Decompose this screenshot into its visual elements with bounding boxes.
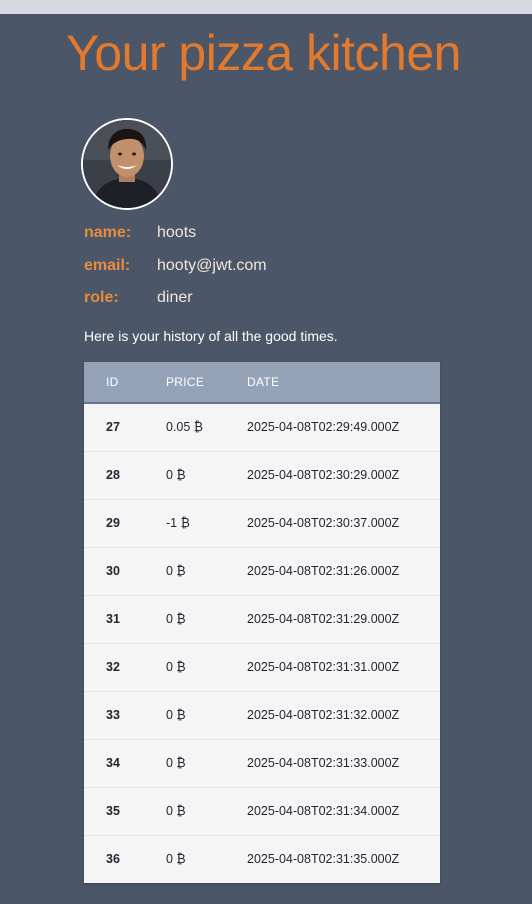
history-intro: Here is your history of all the good tim… (84, 328, 338, 344)
order-history-table: ID PRICE DATE 27 0.05 ₿ 2025-04-08T02:29… (84, 362, 440, 883)
cell-price: 0 ₿ (166, 852, 186, 866)
cell-id: 29 (106, 516, 120, 530)
email-label: email: (84, 257, 131, 274)
cell-price: 0 ₿ (166, 564, 186, 578)
role-value: diner (157, 289, 193, 306)
cell-id: 34 (106, 756, 120, 770)
cell-price: 0 ₿ (166, 660, 186, 674)
cell-date: 2025-04-08T02:29:49.000Z (247, 420, 400, 434)
cell-id: 28 (106, 468, 120, 482)
cell-date: 2025-04-08T02:31:31.000Z (247, 660, 400, 674)
cell-id: 33 (106, 708, 120, 722)
table-row: 32 0 ₿ 2025-04-08T02:31:31.000Z (84, 644, 440, 692)
column-header-date: DATE (247, 375, 280, 389)
cell-date: 2025-04-08T02:31:26.000Z (247, 564, 400, 578)
cell-price: 0.05 ₿ (166, 420, 204, 434)
email-value: hooty@jwt.com (157, 257, 267, 274)
cell-id: 32 (106, 660, 120, 674)
name-label: name: (84, 224, 132, 241)
avatar (81, 118, 173, 210)
table-row: 27 0.05 ₿ 2025-04-08T02:29:49.000Z (84, 404, 440, 452)
diner-dashboard: Your pizza kitchen name: hoots email: ho… (0, 14, 532, 904)
cell-date: 2025-04-08T02:31:29.000Z (247, 612, 400, 626)
name-value: hoots (157, 224, 197, 241)
table-row: 34 0 ₿ 2025-04-08T02:31:33.000Z (84, 740, 440, 788)
table-row: 28 0 ₿ 2025-04-08T02:30:29.000Z (84, 452, 440, 500)
browser-top-bar (0, 0, 532, 14)
cell-date: 2025-04-08T02:31:35.000Z (247, 852, 400, 866)
user-avatar-photo (83, 120, 171, 208)
cell-date: 2025-04-08T02:31:33.000Z (247, 756, 400, 770)
cell-date: 2025-04-08T02:31:34.000Z (247, 804, 400, 818)
cell-date: 2025-04-08T02:31:32.000Z (247, 708, 400, 722)
cell-price: 0 ₿ (166, 708, 186, 722)
cell-id: 31 (106, 612, 120, 626)
role-label: role: (84, 289, 119, 306)
cell-price: 0 ₿ (166, 804, 186, 818)
table-row: 35 0 ₿ 2025-04-08T02:31:34.000Z (84, 788, 440, 836)
column-header-price: PRICE (166, 375, 205, 389)
cell-date: 2025-04-08T02:30:37.000Z (247, 516, 400, 530)
table-row: 29 -1 ₿ 2025-04-08T02:30:37.000Z (84, 500, 440, 548)
cell-price: 0 ₿ (166, 468, 186, 482)
table-header: ID PRICE DATE (84, 362, 440, 404)
cell-price: 0 ₿ (166, 756, 186, 770)
cell-price: -1 ₿ (166, 516, 190, 530)
table-row: 33 0 ₿ 2025-04-08T02:31:32.000Z (84, 692, 440, 740)
cell-id: 36 (106, 852, 120, 866)
table-row: 30 0 ₿ 2025-04-08T02:31:26.000Z (84, 548, 440, 596)
cell-date: 2025-04-08T02:30:29.000Z (247, 468, 400, 482)
cell-id: 27 (106, 420, 120, 434)
cell-id: 30 (106, 564, 120, 578)
table-row: 31 0 ₿ 2025-04-08T02:31:29.000Z (84, 596, 440, 644)
cell-id: 35 (106, 804, 120, 818)
column-header-id: ID (106, 375, 119, 389)
cell-price: 0 ₿ (166, 612, 186, 626)
table-row: 36 0 ₿ 2025-04-08T02:31:35.000Z (84, 836, 440, 883)
page-title: Your pizza kitchen (66, 25, 461, 81)
